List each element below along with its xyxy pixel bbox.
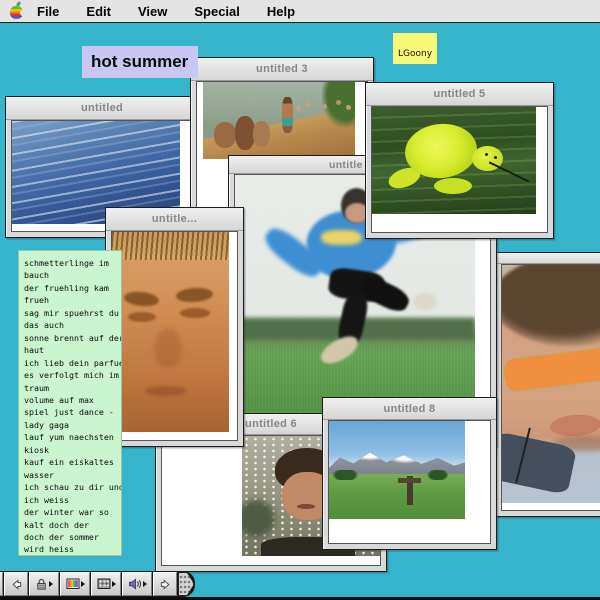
scroll-right-button[interactable] (153, 572, 177, 596)
photo-detail-hoodie-graphic (321, 230, 362, 245)
titlebar[interactable]: untitled (6, 97, 198, 120)
window-title: untitled 5 (434, 88, 486, 100)
photo-detail-shoe (413, 293, 437, 311)
window-title: untitle... (152, 213, 197, 225)
menu-special[interactable]: Special (194, 4, 240, 19)
photo-detail-bush (322, 82, 355, 127)
photo-detail-eye (180, 308, 210, 318)
window-title: untitled 3 (256, 63, 308, 75)
window-content (501, 264, 600, 511)
apple-logo-leaf (15, 1, 21, 7)
lyrics-note[interactable]: schmetterlinge im bauch der fruehling ka… (18, 250, 122, 556)
photo-detail-eye (128, 312, 156, 322)
window-selfie[interactable] (495, 252, 600, 517)
photo-detail-sitting-person (253, 121, 270, 147)
photo-detail-sitting-person (214, 122, 237, 148)
window-untitled-5[interactable]: untitled 5 (365, 82, 554, 239)
photo-face-closeup (112, 232, 229, 432)
window-untitle-truncated[interactable]: untitle... (105, 207, 244, 447)
photo-detail-flipper (434, 178, 472, 194)
photo-detail-orange-sunglasses (502, 346, 600, 392)
control-strip-handle[interactable] (178, 572, 194, 596)
menu-view[interactable]: View (138, 4, 167, 19)
apple-logo-bite (20, 10, 26, 16)
photo-detail-mouth (145, 386, 187, 396)
photo-mountain-meadow (329, 421, 465, 519)
titlebar[interactable]: untitled 3 (191, 58, 373, 81)
speaker-icon (128, 577, 142, 591)
photo-detail-cord (489, 162, 530, 183)
desktop-pattern-module[interactable] (91, 572, 121, 596)
scroll-left-button[interactable] (4, 572, 28, 596)
titlebar[interactable] (496, 253, 600, 264)
photo-detail-nose-shadow (154, 328, 182, 368)
photo-detail-signpost-crossbar (398, 478, 421, 483)
photo-detail-standing-person (282, 97, 293, 132)
lock-icon (35, 577, 48, 591)
photo-inflatable-turtle (372, 107, 536, 214)
photo-selfie-sunglasses (502, 265, 600, 503)
window-title: untitled (81, 102, 123, 114)
security-lock-module[interactable] (29, 572, 59, 596)
arrow-left-icon (10, 578, 23, 591)
control-strip[interactable] (0, 571, 195, 597)
photo-detail-eyebrow (176, 287, 214, 304)
photo-detail-lips (549, 413, 600, 438)
display-colors-icon (66, 577, 80, 591)
photo-detail-sitting-person (235, 116, 255, 150)
lgoony-sticky-note[interactable]: LGoony (393, 33, 437, 64)
titlebar[interactable]: untitle... (106, 208, 243, 231)
display-depth-module[interactable] (60, 572, 90, 596)
window-title: untitled 6 (245, 418, 297, 430)
desktop: File Edit View Special Help untitled unt… (0, 0, 600, 600)
photo-detail-swimmers (306, 102, 311, 107)
module-popup-arrow-icon (112, 581, 116, 587)
window-content (328, 420, 491, 544)
menu-edit[interactable]: Edit (86, 4, 111, 19)
window-content (371, 106, 548, 233)
pattern-icon (97, 577, 111, 591)
photo-detail-hair (112, 232, 229, 260)
menu-help[interactable]: Help (267, 4, 295, 19)
photo-lakeside-beach (203, 82, 355, 159)
module-popup-arrow-icon (81, 581, 85, 587)
sound-volume-module[interactable] (122, 572, 152, 596)
apple-menu-icon[interactable] (10, 3, 23, 19)
hot-summer-label[interactable]: hot summer (82, 46, 198, 78)
photo-detail-hair (502, 265, 600, 346)
collapsed-module[interactable] (0, 572, 3, 596)
window-untitled-8[interactable]: untitled 8 (322, 397, 497, 550)
module-popup-arrow-icon (49, 581, 53, 587)
photo-detail-water-patch (242, 498, 277, 539)
titlebar[interactable]: untitled 8 (323, 398, 496, 420)
photo-detail-eyebrow (123, 290, 159, 308)
window-title: untitled 8 (384, 403, 436, 415)
module-popup-arrow-icon (143, 581, 147, 587)
window-title: untitle (329, 159, 363, 171)
photo-detail-bushes (329, 470, 465, 480)
menu-file[interactable]: File (37, 4, 59, 19)
arrow-right-icon (159, 578, 172, 591)
menu-bar: File Edit View Special Help (0, 0, 600, 23)
window-content (111, 231, 238, 441)
titlebar[interactable]: untitled 5 (366, 83, 553, 106)
